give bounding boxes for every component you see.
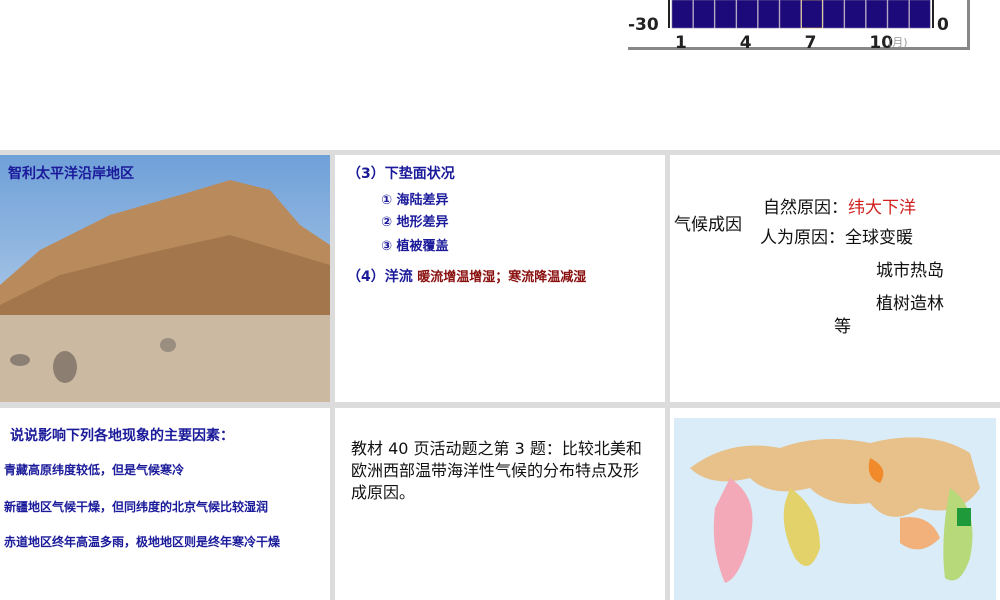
bar-6 [779,0,801,29]
photo-caption: 智利太平洋沿岸地区 [8,166,134,182]
factor-sub-3: ③ 植被覆盖 [381,239,449,254]
climate-causes-cell: 气候成因 自然原因：纬大下洋 人为原因：全球变暖 城市热岛 植树造林 等 [670,155,1000,402]
bar-10 [866,0,888,29]
causes-etc: 等 [834,317,851,337]
x-unit: (月) [888,36,908,49]
human-cause: 人为原因：全球变暖 [760,228,913,248]
factor-sub-2: ② 地形差异 [381,215,449,230]
bar-9 [844,0,866,29]
bar-11 [887,0,909,29]
map-cell [670,408,1000,600]
natural-cause-label: 自然原因： [763,198,848,218]
causes-label: 气候成因 [674,215,742,235]
x-tick-7: 7 [805,33,817,50]
bar-12 [909,0,931,29]
temperature-chart-fragment: -30 0 1 4 7 10 (月) [628,0,970,53]
factor-item-4: （4）洋流 暖流增温增湿；寒流降温减湿 [347,266,586,286]
questions-cell: 说说影响下列各地现象的主要因素： 青藏高原纬度较低，但是气候寒冷 新疆地区气候干… [0,408,330,600]
x-tick-4: 4 [740,33,752,50]
bar-4 [736,0,758,29]
photo-cell: 智利太平洋沿岸地区 [0,155,330,402]
y-left-tick: -30 [628,15,659,35]
factors-cell: （3）下垫面状况 ① 海陆差异 ② 地形差异 ③ 植被覆盖 （4）洋流 暖流增温… [335,155,665,402]
chile-coast-photo [0,155,330,402]
bar-chart: -30 01 4 7 10(月) [628,0,949,53]
factor-sub-1: ① 海陆差异 [381,193,449,208]
bar-5 [758,0,780,29]
natural-cause: 自然原因：纬大下洋 [763,193,916,218]
questions-title: 说说影响下列各地现象的主要因素： [10,428,234,444]
question-3: 赤道地区终年高温多雨，极地地区则是终年寒冷干燥 [4,535,281,549]
question-2: 新疆地区气候干燥，但同纬度的北京气候比较湿润 [4,500,269,514]
bar-2 [693,0,715,29]
natural-cause-detail: 纬大下洋 [848,198,916,218]
world-climate-map [674,418,996,600]
bar-3 [714,0,737,29]
task-text: 教材 40 页活动题之第 3 题：比较北美和欧洲西部温带海洋性气候的分布特点及形… [351,439,642,502]
human-cause-2: 城市热岛 [876,261,944,281]
bar-1 [671,0,693,29]
task-cell: 教材 40 页活动题之第 3 题：比较北美和欧洲西部温带海洋性气候的分布特点及形… [335,408,665,600]
bar-7 [801,0,823,29]
ocean-current-label: （4）洋流 [347,269,413,285]
question-1: 青藏高原纬度较低，但是气候寒冷 [4,463,185,477]
human-cause-3: 植树造林 [876,294,944,314]
ocean-current-detail: 暖流增温增湿；寒流降温减湿 [417,270,587,285]
bar-8 [822,0,845,29]
y-right-tick: 0 [937,15,949,35]
x-tick-1: 1 [675,33,687,50]
factor-item-3: （3）下垫面状况 [347,166,455,182]
